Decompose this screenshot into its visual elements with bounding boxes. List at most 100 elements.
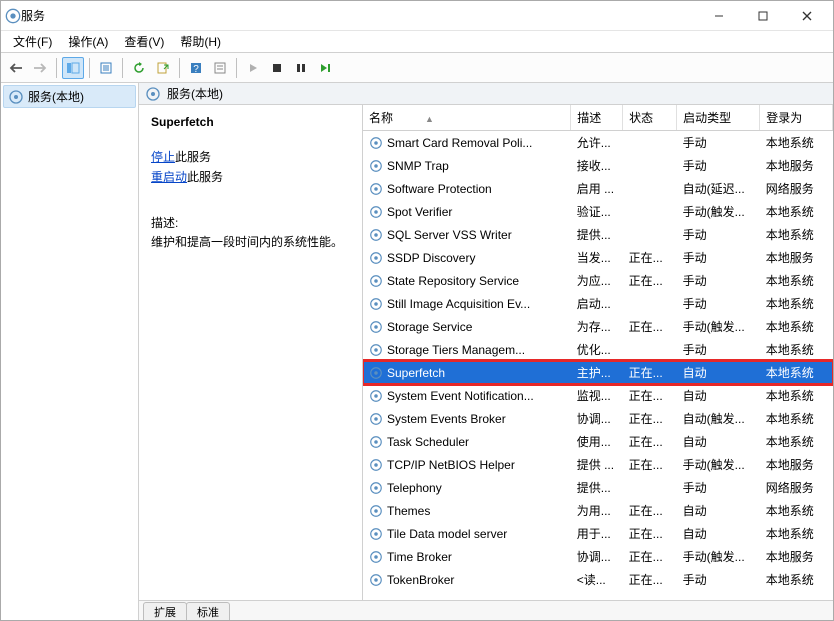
- properties-button[interactable]: [95, 57, 117, 79]
- main-header-label: 服务(本地): [167, 85, 223, 102]
- stop-link[interactable]: 停止: [151, 150, 175, 164]
- minimize-button[interactable]: [697, 2, 741, 30]
- help-button[interactable]: ?: [185, 57, 207, 79]
- cell-logon: 本地服务: [760, 246, 833, 269]
- toolbar-separator: [122, 58, 123, 78]
- cell-logon: 本地系统: [760, 568, 833, 591]
- table-row[interactable]: Storage Tiers Managem...优化...手动本地系统: [363, 338, 833, 361]
- cell-startup: 自动: [677, 361, 760, 384]
- service-icon: [369, 412, 387, 426]
- col-status[interactable]: 状态: [623, 105, 677, 131]
- table-row[interactable]: SSDP Discovery当发...正在...手动本地服务: [363, 246, 833, 269]
- cell-logon: 本地系统: [760, 269, 833, 292]
- nav-item-label: 服务(本地): [28, 88, 84, 105]
- service-icon: [369, 550, 387, 564]
- desc-text: 维护和提高一段时间内的系统性能。: [151, 233, 350, 250]
- menu-view[interactable]: 查看(V): [116, 31, 172, 52]
- svg-text:?: ?: [193, 64, 199, 75]
- table-row[interactable]: Storage Service为存...正在...手动(触发...本地系统: [363, 315, 833, 338]
- cell-logon: 本地系统: [760, 223, 833, 246]
- cell-startup: 自动: [677, 430, 760, 453]
- tab-extended[interactable]: 扩展: [143, 602, 187, 620]
- cell-desc: 启用 ...: [571, 177, 623, 200]
- cell-logon: 本地系统: [760, 200, 833, 223]
- forward-button[interactable]: [29, 57, 51, 79]
- service-icon: [369, 458, 387, 472]
- restart-link[interactable]: 重启动: [151, 170, 187, 184]
- services-icon: [8, 89, 24, 105]
- cell-desc: 提供 ...: [571, 453, 623, 476]
- services-table-wrap[interactable]: 名称▲ 描述 状态 启动类型 登录为 Smart Card Removal Po…: [363, 105, 833, 600]
- services-window: 服务 文件(F) 操作(A) 查看(V) 帮助(H) ?: [0, 0, 834, 621]
- toolbar-separator: [179, 58, 180, 78]
- refresh-button[interactable]: [128, 57, 150, 79]
- service-icon: [369, 159, 387, 173]
- stop-service-button[interactable]: [266, 57, 288, 79]
- col-desc[interactable]: 描述: [571, 105, 623, 131]
- cell-name: Themes: [363, 499, 571, 522]
- table-row[interactable]: Smart Card Removal Poli...允许...手动本地系统: [363, 131, 833, 155]
- show-hide-tree-button[interactable]: [62, 57, 84, 79]
- service-icon: [369, 343, 387, 357]
- table-row[interactable]: System Event Notification...监视...正在...自动…: [363, 384, 833, 407]
- cell-status: 正在...: [623, 430, 677, 453]
- table-row[interactable]: Still Image Acquisition Ev...启动...手动本地系统: [363, 292, 833, 315]
- menu-file[interactable]: 文件(F): [5, 31, 60, 52]
- back-button[interactable]: [5, 57, 27, 79]
- cell-desc: 用于...: [571, 522, 623, 545]
- cell-logon: 网络服务: [760, 177, 833, 200]
- cell-logon: 本地系统: [760, 131, 833, 155]
- table-row[interactable]: Tile Data model server用于...正在...自动本地系统: [363, 522, 833, 545]
- col-name[interactable]: 名称▲: [363, 105, 571, 131]
- table-row[interactable]: State Repository Service为应...正在...手动本地系统: [363, 269, 833, 292]
- table-row[interactable]: Themes为用...正在...自动本地系统: [363, 499, 833, 522]
- cell-startup: 手动: [677, 476, 760, 499]
- cell-startup: 手动(触发...: [677, 453, 760, 476]
- cell-desc: 提供...: [571, 476, 623, 499]
- col-startup[interactable]: 启动类型: [677, 105, 760, 131]
- maximize-button[interactable]: [741, 2, 785, 30]
- cell-desc: 使用...: [571, 430, 623, 453]
- close-button[interactable]: [785, 2, 829, 30]
- cell-name: TokenBroker: [363, 568, 571, 591]
- help2-button[interactable]: [209, 57, 231, 79]
- table-row[interactable]: TCP/IP NetBIOS Helper提供 ...正在...手动(触发...…: [363, 453, 833, 476]
- table-row[interactable]: System Events Broker协调...正在...自动(触发...本地…: [363, 407, 833, 430]
- main-header: 服务(本地): [139, 83, 833, 105]
- menu-help[interactable]: 帮助(H): [172, 31, 229, 52]
- cell-startup: 手动: [677, 292, 760, 315]
- main-pane: 服务(本地) Superfetch 停止此服务 重启动此服务 描述: 维护和提高…: [139, 83, 833, 620]
- cell-name: System Event Notification...: [363, 384, 571, 407]
- table-row[interactable]: Telephony提供...手动网络服务: [363, 476, 833, 499]
- table-row[interactable]: Superfetch主护...正在...自动本地系统: [363, 361, 833, 384]
- pause-service-button[interactable]: [290, 57, 312, 79]
- table-row[interactable]: SQL Server VSS Writer提供...手动本地系统: [363, 223, 833, 246]
- cell-logon: 本地系统: [760, 315, 833, 338]
- table-row[interactable]: TokenBroker<读...正在...手动本地系统: [363, 568, 833, 591]
- cell-startup: 手动: [677, 338, 760, 361]
- cell-desc: 接收...: [571, 154, 623, 177]
- restart-service-button[interactable]: [314, 57, 336, 79]
- menu-action[interactable]: 操作(A): [60, 31, 116, 52]
- table-row[interactable]: Software Protection启用 ...自动(延迟...网络服务: [363, 177, 833, 200]
- col-logon[interactable]: 登录为: [760, 105, 833, 131]
- cell-logon: 本地服务: [760, 154, 833, 177]
- cell-name: Superfetch: [363, 361, 571, 384]
- start-service-button[interactable]: [242, 57, 264, 79]
- cell-status: [623, 177, 677, 200]
- table-row[interactable]: SNMP Trap接收...手动本地服务: [363, 154, 833, 177]
- cell-name: State Repository Service: [363, 269, 571, 292]
- export-button[interactable]: [152, 57, 174, 79]
- tab-standard[interactable]: 标准: [186, 602, 230, 620]
- cell-name: Storage Service: [363, 315, 571, 338]
- table-row[interactable]: Time Broker协调...正在...手动(触发...本地服务: [363, 545, 833, 568]
- table-row[interactable]: Spot Verifier验证...手动(触发...本地系统: [363, 200, 833, 223]
- cell-name: Time Broker: [363, 545, 571, 568]
- titlebar: 服务: [1, 1, 833, 31]
- service-icon: [369, 251, 387, 265]
- toolbar-separator: [236, 58, 237, 78]
- nav-item-services-local[interactable]: 服务(本地): [3, 85, 136, 108]
- nav-pane: 服务(本地): [1, 83, 139, 620]
- cell-startup: 自动: [677, 384, 760, 407]
- table-row[interactable]: Task Scheduler使用...正在...自动本地系统: [363, 430, 833, 453]
